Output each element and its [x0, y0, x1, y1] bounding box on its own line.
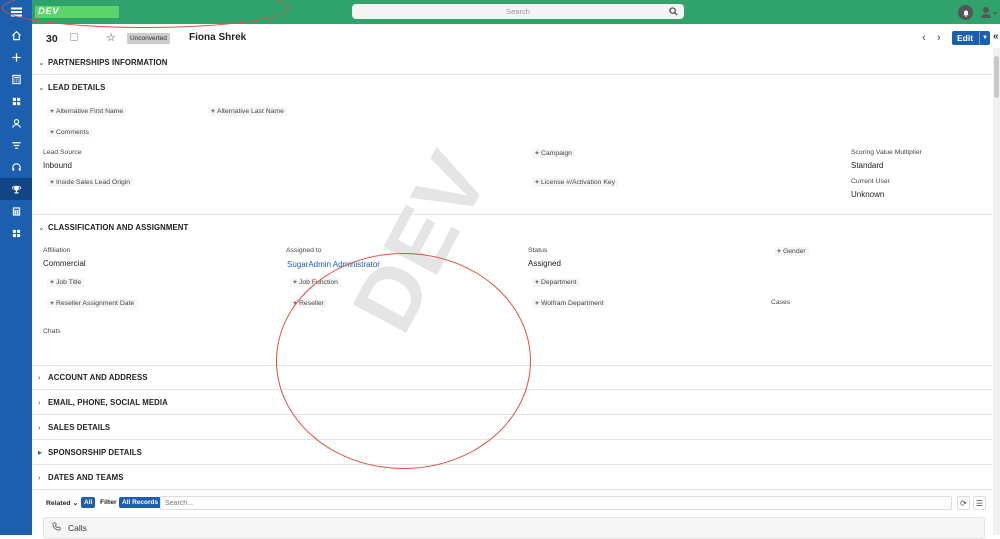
filter-label: Filter — [100, 499, 117, 506]
list-view-icon[interactable]: ☰ — [973, 496, 986, 510]
scrollbar[interactable] — [993, 48, 1000, 535]
add-alternative-last-name-button[interactable]: + Alternative Last Name — [208, 107, 287, 116]
record-checkbox[interactable] — [70, 33, 78, 41]
previous-record-icon[interactable]: ‹ — [922, 32, 926, 44]
divider — [32, 214, 992, 215]
section-classification-and-assignment[interactable]: ⌄ CLASSIFICATION AND ASSIGNMENT — [38, 223, 188, 232]
affiliation-label: Affiliation — [43, 247, 71, 254]
chevron-right-icon: › — [38, 473, 41, 482]
add-gender-button[interactable]: + Gender — [774, 247, 809, 256]
chevron-down-icon: ⌄ — [38, 83, 45, 92]
edit-dropdown-chevron-icon[interactable]: ▼ — [979, 31, 990, 45]
add-comments-button[interactable]: + Comments — [47, 128, 92, 137]
add-inside-sales-lead-origin-button[interactable]: + Inside Sales Lead Origin — [47, 178, 134, 187]
section-sales-details[interactable]: › SALES DETAILS — [38, 423, 110, 432]
assigned-to-link[interactable]: SugarAdmin Administrator — [287, 260, 380, 269]
divider — [32, 74, 992, 75]
expand-box-icon: ▸ — [38, 448, 43, 457]
favorite-star-icon[interactable]: ☆ — [106, 31, 116, 44]
home-icon[interactable] — [0, 24, 32, 46]
section-dates-and-teams[interactable]: › DATES AND TEAMS — [38, 473, 124, 482]
cases-label: Cases — [771, 299, 791, 306]
chevron-down-icon: ⌄ — [72, 500, 79, 507]
record-title: Fiona Shrek — [189, 32, 247, 43]
divider — [32, 439, 992, 440]
hamburger-menu-icon[interactable] — [0, 0, 32, 24]
global-search-input[interactable]: Search — [352, 4, 684, 19]
calls-label: Calls — [68, 523, 87, 533]
search-placeholder: Search — [506, 7, 530, 16]
trophy-icon[interactable] — [0, 178, 32, 200]
add-reseller-assignment-date-button[interactable]: + Reseller Assignment Date — [47, 299, 138, 308]
calculator-icon-2[interactable] — [0, 200, 32, 222]
next-record-icon[interactable]: › — [937, 32, 941, 44]
divider — [32, 464, 992, 465]
calculator-icon[interactable] — [0, 68, 32, 90]
calls-subpanel[interactable] — [43, 517, 985, 539]
current-user-value[interactable]: Unknown — [851, 190, 884, 199]
headset-icon[interactable] — [0, 156, 32, 178]
assigned-to-label: Assigned to — [286, 247, 322, 254]
add-reseller-button[interactable]: + Reseller — [290, 299, 327, 308]
related-all-pill[interactable]: All — [81, 497, 96, 508]
scoring-value-multiplier-label: Scoring Value Multiplier — [851, 149, 922, 156]
section-account-and-address[interactable]: › ACCOUNT AND ADDRESS — [38, 373, 148, 382]
add-job-function-button[interactable]: + Job Function — [290, 278, 341, 287]
divider — [32, 389, 992, 390]
edit-button[interactable]: Edit ▼ — [952, 31, 990, 45]
collapse-panel-icon[interactable]: « — [993, 31, 999, 42]
section-sponsorship-details[interactable]: ▸ SPONSORSHIP DETAILS — [38, 448, 142, 457]
chevron-down-icon: ⌄ — [38, 223, 45, 232]
person-icon[interactable] — [0, 112, 32, 134]
dev-watermark: DEV — [332, 135, 509, 347]
search-icon[interactable] — [669, 7, 678, 16]
add-license-key-button[interactable]: + License #/Activation Key — [532, 178, 619, 187]
phone-icon — [52, 522, 61, 531]
apps-icon[interactable] — [0, 222, 32, 244]
filter-all-records-pill[interactable]: All Records — [119, 497, 162, 508]
chats-label: Chats — [43, 328, 61, 335]
plus-icon[interactable] — [0, 46, 32, 68]
grid-icon[interactable] — [0, 90, 32, 112]
status-value[interactable]: Assigned — [528, 259, 561, 268]
current-user-label: Current User — [851, 178, 890, 185]
record-number: 30 — [46, 33, 58, 45]
notifications-icon[interactable] — [958, 5, 973, 20]
divider — [32, 414, 992, 415]
add-alternative-first-name-button[interactable]: + Alternative First Name — [47, 107, 127, 116]
refresh-icon[interactable]: ⟳ — [957, 496, 970, 510]
add-job-title-button[interactable]: + Job Title — [47, 278, 85, 287]
status-badge: Unconverted — [127, 33, 170, 44]
related-label[interactable]: Related ⌄ — [46, 499, 78, 507]
chevron-down-icon: ⌄ — [38, 58, 45, 67]
section-email-phone-social[interactable]: › EMAIL, PHONE, SOCIAL MEDIA — [38, 398, 168, 407]
lead-source-value[interactable]: Inbound — [43, 161, 72, 170]
add-wolfram-department-button[interactable]: + Wolfram Department — [532, 299, 607, 308]
subpanel-search-input[interactable] — [160, 496, 952, 510]
divider — [32, 365, 992, 366]
scrollbar-thumb[interactable] — [994, 56, 999, 98]
edit-button-label: Edit — [957, 33, 974, 43]
divider — [32, 489, 992, 490]
affiliation-value[interactable]: Commercial — [43, 259, 86, 268]
status-label: Status — [528, 247, 548, 254]
add-campaign-button[interactable]: + Campaign — [532, 149, 575, 158]
chevron-right-icon: › — [38, 373, 41, 382]
section-lead-details[interactable]: ⌄ LEAD DETAILS — [38, 83, 105, 92]
lead-source-label: Lead Source — [43, 149, 82, 156]
chevron-right-icon: › — [38, 398, 41, 407]
scoring-value-multiplier-value[interactable]: Standard — [851, 161, 883, 170]
chevron-right-icon: › — [38, 423, 41, 432]
add-department-button[interactable]: + Department — [532, 278, 580, 287]
logo-text: DEV — [38, 6, 60, 17]
user-menu-icon[interactable] — [980, 6, 998, 19]
section-partnerships-information[interactable]: ⌄ PARTNERSHIPS INFORMATION — [38, 58, 168, 67]
filter-icon[interactable] — [0, 134, 32, 156]
